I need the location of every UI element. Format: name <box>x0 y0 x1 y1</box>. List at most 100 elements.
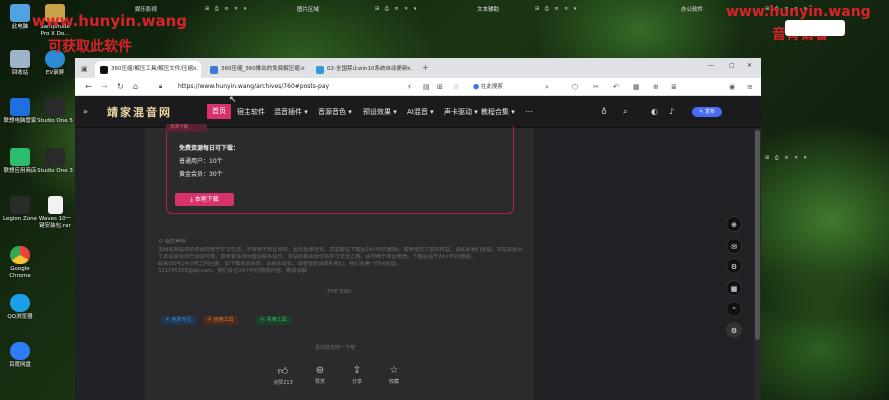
collections-icon[interactable]: ▦ <box>633 81 640 93</box>
new-tab-icon[interactable]: + <box>422 62 429 74</box>
fence-controls[interactable]: ⊞ ⎙ ≡ ✕ ▾ <box>375 6 418 12</box>
tab[interactable]: 02-全国禁止win10系统自动更新... ✕ <box>311 61 415 78</box>
reader-icon[interactable]: ▤ <box>423 81 430 93</box>
browser-window: ▣ 360压缩/解压工具/解压文件/压缩... ✕ 360压缩_360推出的免费… <box>75 58 761 400</box>
downloads-icon[interactable]: ⊕ <box>653 81 659 93</box>
scrollbar-thumb[interactable] <box>755 130 760 340</box>
reward-button[interactable]: ⊜ 赞赏 <box>305 365 335 385</box>
desktop-icon-waves-rar[interactable]: Waves 10一键安装包.rar <box>37 196 73 229</box>
close-icon[interactable]: ✕ <box>406 61 411 78</box>
float-settings-icon[interactable]: ⚙ <box>726 258 742 274</box>
lightning-icon[interactable]: ⚡ <box>407 81 412 93</box>
extension-icon[interactable]: ⬡ <box>572 81 578 93</box>
home-icon[interactable]: ⌂ <box>133 81 138 93</box>
thumb-up-icon: 👍︎ <box>277 366 289 377</box>
search-icon[interactable]: ⌕ <box>545 81 549 93</box>
float-wechat-icon[interactable]: ✉ <box>726 238 742 254</box>
back-icon[interactable]: ← <box>85 81 92 93</box>
tag-utility-tools[interactable]: ⦿ 实用工具 <box>256 316 291 325</box>
desktop-icon-lenovo-store[interactable]: 联想应用商店 <box>2 148 38 175</box>
baidu-pan-icon <box>10 342 30 360</box>
copyright-body: 联系QQ号24小时之内回复，如下载资源失效，请联系站长。如有侵权请联系我们，我们… <box>158 261 402 267</box>
nav-home[interactable]: 首页 <box>207 104 231 119</box>
download-normal-user: 普通用户：10个 <box>179 158 223 165</box>
menu-icon[interactable]: ≡ <box>747 81 753 93</box>
share-button[interactable]: ⇪ 分享 <box>342 365 372 385</box>
close-icon[interactable]: ✕ <box>300 61 305 78</box>
fence-controls[interactable]: ⊞ ⎙ ≡ ✕ ▾ <box>205 6 248 12</box>
nav-audio-drivers[interactable]: 声卡驱动 ▾ <box>444 107 478 117</box>
computer-icon <box>10 4 30 22</box>
desktop-icon-label: 此电脑 <box>11 24 29 30</box>
search-engine-icon: ⬤ <box>473 84 480 90</box>
forward-icon[interactable]: → <box>101 81 108 93</box>
lightbulb-icon[interactable]: ♁ <box>601 107 607 116</box>
nav-ai-mixing[interactable]: AI混音 ▾ <box>407 107 434 117</box>
recycle-bin-icon <box>10 50 30 68</box>
nav-presets[interactable]: 预设效果 ▾ <box>363 107 397 117</box>
theme-toggle-icon[interactable]: ◐ <box>651 107 658 116</box>
nav-host-software[interactable]: 宿主软件 <box>237 107 265 117</box>
float-add-icon[interactable]: ⊕ <box>726 216 742 232</box>
nav-sound-sources[interactable]: 音源音色 ▾ <box>318 107 352 117</box>
desktop-icon-recycle-bin[interactable]: 回收站 <box>2 50 38 77</box>
desktop-icon-label: 联想应用商店 <box>3 168 37 174</box>
desktop-icon-baidu-pan[interactable]: 百度网盘 <box>2 342 38 369</box>
translate-icon[interactable]: ⊞ <box>437 81 443 93</box>
search-box[interactable]: ⬤ 在此搜索 <box>473 81 503 93</box>
desktop-icon-studio-one-5[interactable]: Studio One 5 <box>37 98 73 125</box>
scrollbar[interactable] <box>754 128 761 400</box>
tag-free-zone[interactable]: ⦿ 免费专区 <box>161 316 196 325</box>
undo-icon[interactable]: ↶ <box>613 81 619 93</box>
chevron-right-icon[interactable]: » <box>83 106 88 118</box>
float-gear-icon[interactable]: ⚙ <box>726 322 742 338</box>
the-end: THE END <box>327 289 352 295</box>
tag-app-tools[interactable]: ⦿ 应用工具 <box>203 316 238 325</box>
copyright-body: 了本站资源均已测试可用，如果有任何问题请联系站长。本站所有资源仅供学习交流之用，… <box>158 254 476 260</box>
float-top-icon[interactable]: ⌃ <box>726 301 742 317</box>
minimize-icon[interactable]: — <box>708 62 714 69</box>
like-button[interactable]: 👍︎ 点赞213 <box>268 365 298 386</box>
tab-active[interactable]: 360压缩/解压工具/解压文件/压缩... ✕ <box>95 61 201 78</box>
maximize-icon[interactable]: ▢ <box>729 62 735 69</box>
lock-icon[interactable]: 🔒︎ <box>159 81 162 93</box>
local-download-button[interactable]: ⤓ 本地下载 <box>175 193 234 206</box>
favorite-button[interactable]: ☆ 收藏 <box>379 365 409 385</box>
cut-icon[interactable]: ✂ <box>593 81 599 93</box>
close-window-icon[interactable]: ✕ <box>747 62 752 69</box>
search-icon[interactable]: ⌕ <box>623 107 627 117</box>
desktop-icon-lenovo-manager[interactable]: 联想电脑管家 <box>2 98 38 125</box>
address-bar-row: ← → ↻ ⌂ 🔒︎ https://www.hunyin.wang/archi… <box>75 78 761 96</box>
profile-avatar[interactable]: ◉ <box>729 81 735 93</box>
nav-tutorials[interactable]: 教程合集 ▾ <box>481 107 515 117</box>
desktop-icon-chrome[interactable]: Google Chrome <box>2 246 38 279</box>
download-tag: 资源下载 <box>166 124 207 132</box>
site-favicon-icon <box>100 66 108 74</box>
fence-label: 文本辅助 <box>477 7 500 13</box>
studio-one-icon <box>45 98 65 116</box>
copyright-heading: © 版权声明 <box>158 239 186 245</box>
desktop-icon-label: Studio One 3 <box>37 168 73 174</box>
fence-controls[interactable]: ⊞ ⎙ ≡ ✕ ▾ <box>535 6 578 12</box>
coin-icon: ⊜ <box>315 365 325 376</box>
history-icon[interactable]: ≣ <box>671 81 677 93</box>
bell-icon[interactable]: ♪ <box>669 107 674 116</box>
tab[interactable]: 360压缩_360推出的免费解压缩... ✕ <box>205 61 309 78</box>
desktop-icon-legion-zone[interactable]: Legion Zone <box>2 196 38 223</box>
url-field[interactable]: https://www.hunyin.wang/archives/760#pos… <box>170 81 400 93</box>
more-icon[interactable]: ⋯ <box>525 107 533 116</box>
copyright-body: 本网站所提供的资源仅用于学习交流，不得用于商业目的，否则后果自负。您需要在下载后… <box>158 247 523 253</box>
post-button[interactable]: ✎ 发布 <box>692 107 722 117</box>
refresh-icon[interactable]: ↻ <box>117 81 124 93</box>
desktop-icon-studio-one-3[interactable]: Studio One 3 <box>37 148 73 175</box>
tab-actions-icon[interactable]: ▣ <box>81 63 88 75</box>
nav-plugins[interactable]: 混音插件 ▾ <box>274 107 308 117</box>
star-icon[interactable]: ☆ <box>453 81 459 93</box>
desktop-icon-qq-browser[interactable]: QQ浏览器 <box>2 294 38 321</box>
close-icon[interactable]: ✕ <box>192 61 197 78</box>
site-logo[interactable]: 靖家混音网 <box>107 104 172 120</box>
float-qrcode-icon[interactable]: ▦ <box>726 280 742 296</box>
download-icon: ⤓ <box>190 196 193 203</box>
taskbar-widget[interactable] <box>785 20 845 36</box>
fence-controls-right[interactable]: ⊞ ⎙ ≡ ✕ ▾ <box>765 155 808 161</box>
